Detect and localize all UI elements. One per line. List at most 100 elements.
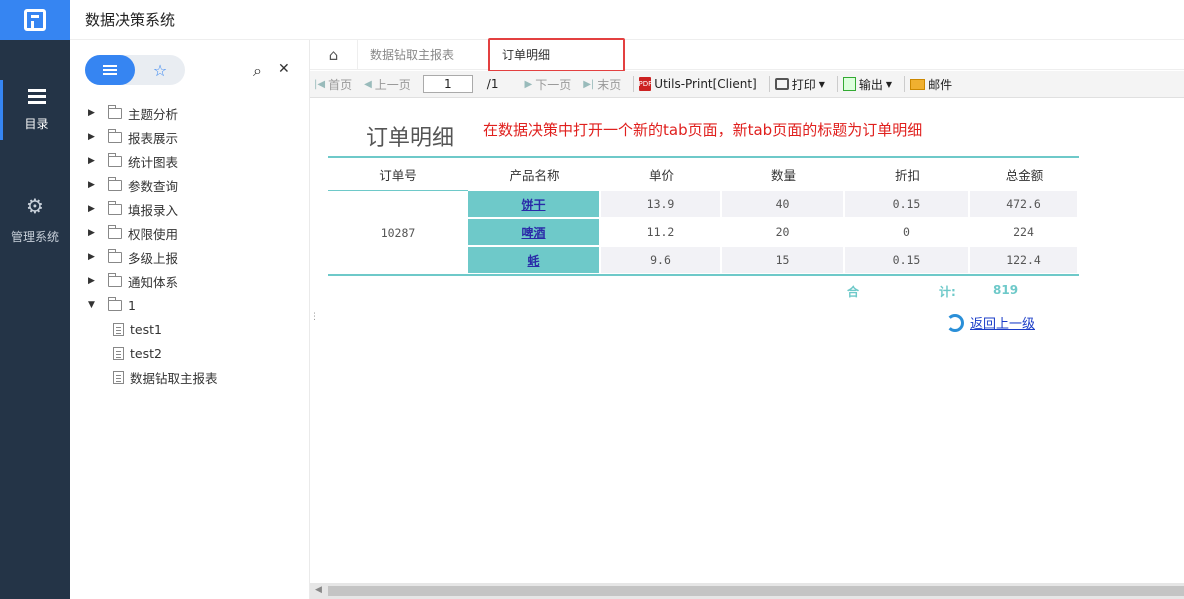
tree-item-test1[interactable]: test1 [88, 317, 218, 341]
table-rows: 饼干 13.9 40 0.15 472.6 啤酒 11.2 20 0 224 蚝… [468, 190, 1079, 274]
folder-icon [108, 200, 122, 215]
price-cell: 13.9 [601, 191, 720, 217]
report-table: 订单号 产品名称 单价 数量 折扣 总金额 10287 饼干 13.9 40 0… [328, 156, 1079, 276]
export-button[interactable]: 输出 ▼ [842, 76, 893, 93]
table-row: 啤酒 11.2 20 0 224 [468, 218, 1079, 246]
expand-icon[interactable]: ▶ [88, 180, 108, 190]
app-header: 数据决策系统 [70, 0, 1184, 40]
back-link[interactable]: 返回上一级 [946, 313, 1035, 332]
button-label: 末页 [597, 77, 622, 92]
horizontal-scrollbar[interactable]: ◀ [310, 583, 1184, 599]
star-icon: ☆ [152, 60, 168, 80]
expand-icon[interactable]: ▶ [88, 228, 108, 238]
pdf-icon: PDF [638, 77, 652, 91]
price-cell: 9.6 [601, 247, 720, 273]
first-page-button[interactable]: |◀ 首页 [314, 76, 352, 93]
report-title: 订单明细 [366, 126, 455, 151]
print-button[interactable]: 打印 ▼ [774, 76, 825, 93]
favorites-view-button[interactable]: ☆ [135, 55, 185, 85]
tree-item-multilevel-report[interactable]: ▶ 多级上报 [88, 245, 218, 269]
prev-page-button[interactable]: ◀ 上一页 [364, 76, 411, 93]
tab-drill-main-report[interactable]: 数据钻取主报表 [358, 40, 466, 70]
tree-item-notification[interactable]: ▶ 通知体系 [88, 269, 218, 293]
folder-icon [108, 176, 122, 191]
gear-icon: ⚙ [26, 193, 44, 218]
button-label: Utils-Print[Client] [654, 77, 757, 91]
sidebar: ☆ ⌕ ✕ ▶ 主题分析 ▶ 报表展示 ▶ 统计图表 ▶ 参数查询 ▶ 填报录入 ▶ 权限使… [70, 40, 310, 599]
tree-item-label: 报表展示 [128, 130, 179, 146]
total-cell: 224 [1013, 225, 1034, 239]
expand-icon[interactable]: ▶ [88, 276, 108, 286]
prev-page-icon: ◀ [364, 78, 372, 90]
folder-icon [108, 248, 122, 263]
nav-item-label: 管理系统 [10, 229, 59, 244]
table-header: 订单号 产品名称 单价 数量 折扣 总金额 [328, 158, 1079, 190]
tree-item-label: 填报录入 [128, 202, 179, 218]
tree-item-test2[interactable]: test2 [88, 341, 218, 365]
scrollbar-thumb[interactable] [328, 586, 1184, 596]
expand-icon[interactable]: ▶ [88, 252, 108, 262]
tree-item-label: test2 [130, 345, 162, 361]
tree-item-report-display[interactable]: ▶ 报表展示 [88, 125, 218, 149]
table-row: 蚝 9.6 15 0.15 122.4 [468, 246, 1079, 274]
button-label: 打印 [791, 77, 816, 92]
last-page-icon: ▶| [583, 78, 595, 90]
tree-item-drill-main-report[interactable]: 数据钻取主报表 [88, 365, 218, 389]
expand-icon[interactable]: ▶ [88, 204, 108, 214]
page-total: /1 [486, 77, 499, 91]
tree-item-form-entry[interactable]: ▶ 填报录入 [88, 197, 218, 221]
next-page-button[interactable]: ▶ 下一页 [524, 76, 571, 93]
column-header: 订单号 [379, 167, 417, 183]
order-id-cell: 10287 [328, 190, 468, 274]
qty-cell: 15 [722, 247, 843, 273]
app-title: 数据决策系统 [85, 11, 176, 29]
total-value: 819 [993, 283, 1019, 297]
tree-item-folder-1[interactable]: ▼ 1 [88, 293, 218, 317]
tab-label: 数据钻取主报表 [370, 48, 455, 62]
product-link[interactable]: 啤酒 [468, 219, 599, 245]
splitter-handle[interactable]: ⋮ [310, 312, 319, 326]
scroll-left-icon[interactable]: ◀ [315, 585, 322, 595]
expand-icon[interactable]: ▶ [88, 108, 108, 118]
column-header: 单价 [648, 167, 674, 183]
button-label: 首页 [328, 77, 353, 92]
product-link[interactable]: 蚝 [468, 247, 599, 273]
button-label: 上一页 [374, 77, 411, 92]
nav-item-directory[interactable]: 目录 [0, 80, 70, 140]
last-page-button[interactable]: ▶| 末页 [583, 76, 621, 93]
collapse-icon[interactable]: ▼ [88, 300, 108, 310]
product-link[interactable]: 饼干 [468, 191, 599, 217]
discount-cell: 0.15 [845, 191, 968, 217]
column-header: 数量 [770, 167, 796, 183]
back-link-label: 返回上一级 [970, 317, 1036, 332]
expand-icon[interactable]: ▶ [88, 132, 108, 142]
search-icon[interactable]: ⌕ [253, 61, 262, 81]
nav-item-management[interactable]: ⚙ 管理系统 [0, 190, 70, 250]
folder-icon [108, 224, 122, 239]
mail-button[interactable]: 邮件 [910, 76, 952, 93]
column-header: 总金额 [1005, 167, 1044, 183]
table-body: 10287 饼干 13.9 40 0.15 472.6 啤酒 11.2 20 0… [328, 190, 1079, 274]
export-icon [842, 77, 856, 91]
mail-icon [910, 78, 926, 90]
logo[interactable] [0, 0, 70, 40]
pin-icon[interactable]: ✕ [278, 61, 290, 77]
button-label: 输出 [858, 77, 883, 92]
directory-tree: ▶ 主题分析 ▶ 报表展示 ▶ 统计图表 ▶ 参数查询 ▶ 填报录入 ▶ 权限使用 ▶ 多级上… [88, 101, 218, 389]
tree-item-theme-analysis[interactable]: ▶ 主题分析 [88, 101, 218, 125]
page-number-input[interactable] [422, 75, 473, 93]
tab-order-detail[interactable]: 订单明细 [488, 37, 626, 72]
print-client-button[interactable]: PDF Utils-Print[Client] [638, 77, 757, 91]
total-label: 计: [939, 285, 956, 299]
home-icon[interactable]: ⌂ [310, 39, 358, 70]
toolbar-divider [768, 76, 770, 92]
tree-item-statistics-charts[interactable]: ▶ 统计图表 [88, 149, 218, 173]
tree-item-permissions[interactable]: ▶ 权限使用 [88, 221, 218, 245]
table-bottom-border [328, 274, 1079, 276]
table-row: 饼干 13.9 40 0.15 472.6 [468, 190, 1079, 218]
total-cell: 122.4 [970, 247, 1077, 273]
directory-view-button[interactable] [85, 55, 135, 85]
tree-item-parameter-query[interactable]: ▶ 参数查询 [88, 173, 218, 197]
expand-icon[interactable]: ▶ [88, 156, 108, 166]
caret-down-icon: ▼ [885, 79, 893, 89]
